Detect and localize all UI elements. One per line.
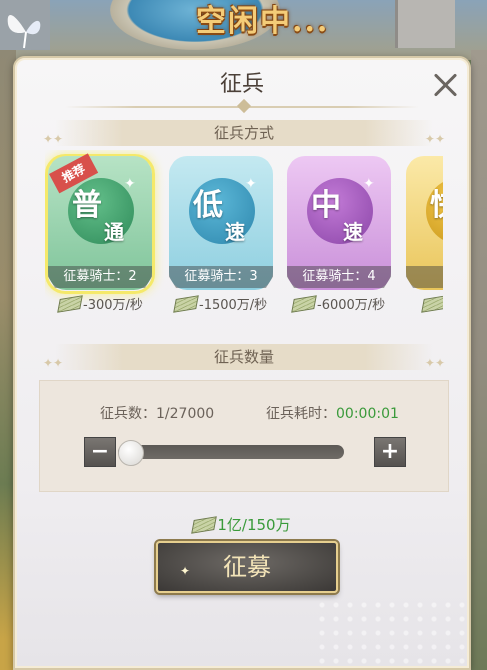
recruit-time: 征兵耗时：00:00:01 (266, 403, 399, 423)
money-icon (291, 295, 317, 313)
method-card-low[interactable]: 低 速 ✦ 征募骑士：3 (169, 156, 273, 290)
recruit-button-label: 征募 (223, 553, 271, 581)
speed-char-big: 中 (311, 188, 341, 223)
recruit-method-list: 普 通 ✦ 征募骑士：2 推荐 -300万/秒 低 速 ✦ 征募骑士：3 -15… (45, 150, 443, 324)
cost-text: -6000万/秒 (317, 298, 386, 313)
recruit-time-value: 00:00:01 (336, 406, 399, 422)
sparkle-icon: ✦ (124, 176, 136, 192)
increase-button[interactable]: + (374, 437, 406, 467)
speed-char-big: 普 (72, 188, 102, 223)
speed-char-big: 低 (193, 188, 223, 223)
sparkle-icon: ✦ (245, 176, 257, 192)
total-cost-text: 1亿/150万 (217, 516, 291, 534)
dialog-title: 征兵 (219, 72, 264, 97)
recruit-time-label: 征兵耗时： (266, 406, 336, 422)
money-icon (57, 295, 83, 313)
title-diamond-ornament (236, 98, 252, 114)
knights-count: 征募骑士：4 (287, 266, 391, 288)
knights-count: 征募 (406, 266, 443, 288)
method-cost: -1500万/秒 (173, 295, 268, 316)
money-icon (191, 516, 218, 534)
speed-char-small: 通 (104, 220, 124, 244)
slider-thumb[interactable] (118, 440, 144, 466)
knights-count: 征募骑士：2 (48, 266, 152, 288)
method-cost: -6000万/秒 (291, 295, 386, 316)
sparkle-icon: ✦✦ (43, 132, 64, 146)
money-icon (421, 295, 443, 313)
sparkle-icon: ✦✦ (424, 356, 445, 370)
total-cost: 1亿/150万 (15, 514, 469, 535)
recruit-button[interactable]: ✦ 征募 (156, 541, 338, 593)
decrease-button[interactable]: − (84, 437, 116, 467)
method-section-header: ✦✦ 征兵方式 ✦✦ (43, 120, 445, 146)
quantity-slider[interactable] (118, 445, 344, 459)
scene-right-edge (471, 50, 487, 670)
recruit-count-label: 征兵数： (100, 406, 156, 422)
cost-text: -300万/秒 (83, 298, 143, 313)
close-button[interactable] (431, 70, 461, 100)
decorative-pattern (315, 598, 469, 668)
sparkle-icon: ✦ (363, 176, 375, 192)
sparkle-icon: ✦✦ (43, 356, 64, 370)
method-cost (421, 295, 443, 316)
quantity-section-title: 征兵数量 (213, 348, 274, 366)
recruit-count: 征兵数：1/27000 (100, 403, 214, 423)
recruit-dialog: 征兵 ✦✦ 征兵方式 ✦✦ 普 通 ✦ 征募骑士：2 推荐 -300万/秒 低 … (13, 56, 471, 670)
method-card-mid[interactable]: 中 速 ✦ 征募骑士：4 (287, 156, 391, 290)
method-section-title: 征兵方式 (213, 124, 274, 142)
money-icon (173, 295, 199, 313)
quantity-panel: 征兵数：1/27000 征兵耗时：00:00:01 − + (39, 380, 449, 492)
butterfly-icon (7, 14, 41, 49)
cost-text: -1500万/秒 (199, 298, 268, 313)
sparkle-icon: ✦ (180, 564, 191, 578)
sparkle-icon: ✦✦ (424, 132, 445, 146)
building-right (395, 0, 455, 48)
method-card-fast[interactable]: 快 征募 (406, 156, 443, 290)
speed-char-small: 速 (343, 220, 363, 244)
quantity-section-header: ✦✦ 征兵数量 ✦✦ (43, 344, 445, 370)
knights-count: 征募骑士：3 (169, 266, 273, 288)
method-cost: -300万/秒 (57, 295, 143, 316)
speed-char-small: 速 (225, 220, 245, 244)
status-banner: 空闲中... (196, 4, 330, 39)
speed-char-big: 快 (430, 180, 443, 224)
recruit-count-value: 1/27000 (156, 406, 215, 422)
